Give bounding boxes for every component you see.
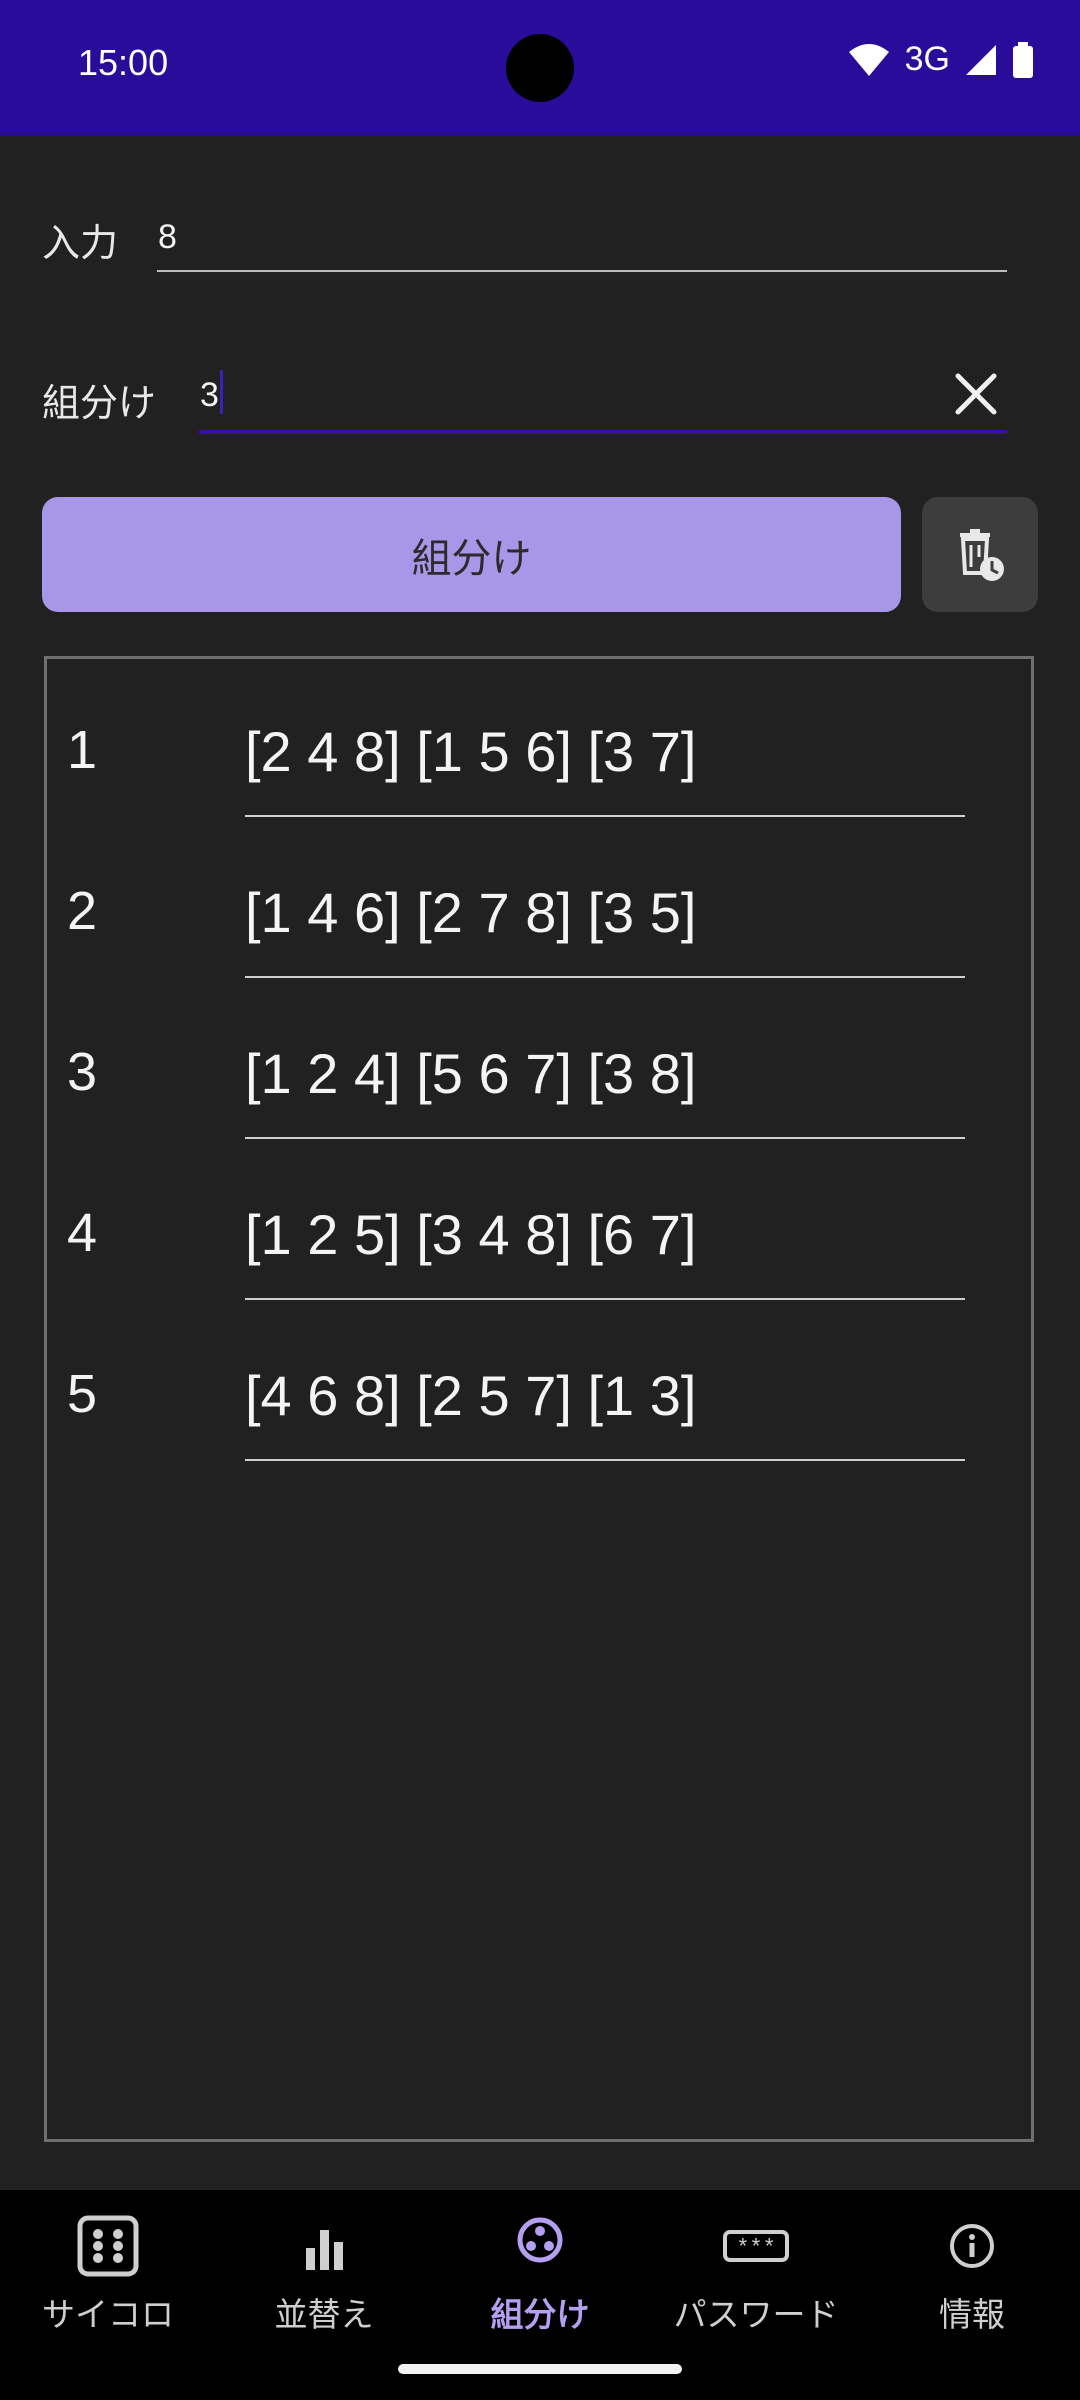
nav-item-sort[interactable]: 並替え	[216, 2208, 432, 2348]
input-underline	[157, 270, 1007, 272]
svg-text:***: ***	[736, 2236, 776, 2261]
input-field[interactable]: 8	[158, 218, 177, 257]
result-index: 2	[67, 881, 98, 941]
nav-item-password[interactable]: *** パスワード	[648, 2208, 864, 2348]
delete-history-icon	[960, 528, 1004, 581]
close-icon	[955, 373, 997, 415]
nav-item-dice[interactable]: サイコロ	[0, 2208, 216, 2348]
result-row: 3 [1 2 4] [5 6 7] [3 8]	[47, 1023, 1037, 1143]
info-icon	[950, 2224, 994, 2268]
status-icons: 3G	[847, 40, 1034, 79]
result-index: 1	[67, 720, 98, 780]
result-groups: [2 4 8] [1 5 6] [3 7]	[245, 720, 697, 783]
result-underline	[245, 1137, 965, 1139]
result-groups: [1 2 4] [5 6 7] [3 8]	[245, 1042, 697, 1105]
result-row: 2 [1 4 6] [2 7 8] [3 5]	[47, 862, 1037, 982]
camera-cutout	[506, 34, 574, 102]
result-row: 4 [1 2 5] [3 4 8] [6 7]	[47, 1184, 1037, 1304]
clear-button[interactable]	[948, 366, 1004, 422]
result-groups: [4 6 8] [2 5 7] [1 3]	[245, 1364, 697, 1427]
result-row: 1 [2 4 8] [1 5 6] [3 7]	[47, 701, 1037, 821]
result-underline	[245, 1298, 965, 1300]
battery-icon	[1013, 41, 1033, 78]
group-button[interactable]: 組分け	[42, 497, 901, 612]
result-index: 3	[67, 1042, 98, 1102]
dice-icon	[77, 2215, 139, 2277]
network-type: 3G	[904, 40, 950, 78]
nav-label: 並替え	[274, 2295, 374, 2334]
nav-label: パスワード	[673, 2295, 839, 2334]
bar-chart-icon	[306, 2230, 343, 2270]
group-count-field[interactable]: 3	[200, 376, 219, 415]
result-index: 5	[67, 1364, 98, 1424]
password-icon: ***	[723, 2230, 789, 2262]
text-caret	[220, 370, 223, 414]
input-label: 入力	[42, 221, 119, 265]
result-index: 4	[67, 1203, 98, 1263]
nav-label: 情報	[939, 2295, 1005, 2334]
group-label: 組分け	[42, 381, 157, 425]
results-list[interactable]: 1 [2 4 8] [1 5 6] [3 7] 2 [1 4 6] [2 7 8…	[44, 656, 1034, 2142]
wifi-icon	[848, 43, 889, 76]
delete-history-button[interactable]	[922, 497, 1038, 612]
result-underline	[245, 815, 965, 817]
home-indicator[interactable]	[398, 2364, 682, 2374]
group-button-label: 組分け	[411, 535, 532, 582]
result-row: 5 [4 6 8] [2 5 7] [1 3]	[47, 1345, 1037, 1465]
status-bar: 15:00 3G	[0, 0, 1080, 135]
nav-label: サイコロ	[42, 2295, 174, 2334]
nav-item-group[interactable]: 組分け	[432, 2208, 648, 2348]
group-field-underline	[199, 430, 1007, 434]
result-underline	[245, 976, 965, 978]
status-time: 15:00	[78, 42, 169, 83]
group-icon	[517, 2217, 563, 2263]
result-underline	[245, 1459, 965, 1461]
result-groups: [1 2 5] [3 4 8] [6 7]	[245, 1203, 697, 1266]
signal-icon	[966, 44, 996, 75]
nav-label: 組分け	[490, 2295, 590, 2334]
result-groups: [1 4 6] [2 7 8] [3 5]	[245, 881, 697, 944]
nav-item-info[interactable]: 情報	[864, 2208, 1080, 2348]
